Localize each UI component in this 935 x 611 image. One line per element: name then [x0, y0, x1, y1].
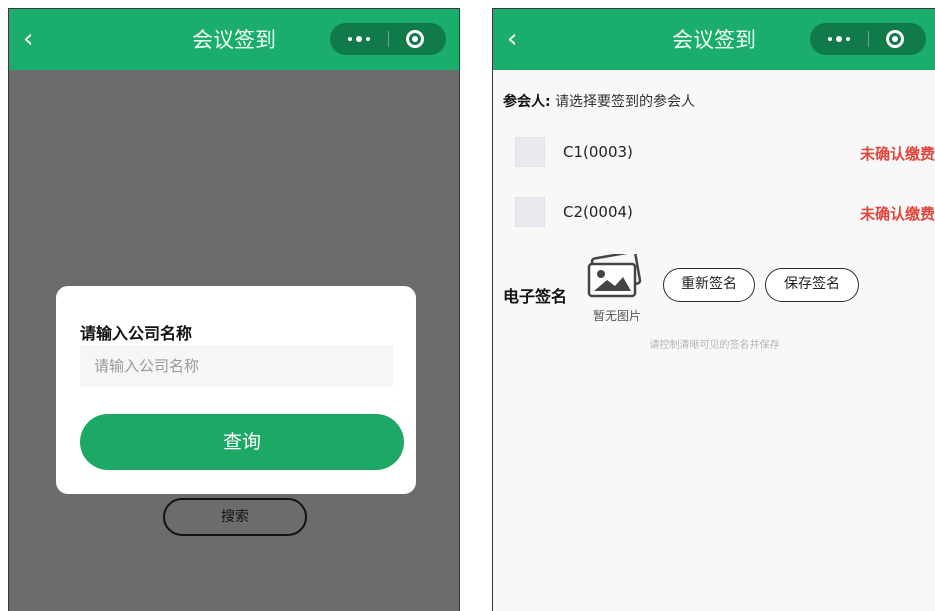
attendee-header: 参会人: 请选择要签到的参会人	[503, 91, 695, 111]
attendee-item[interactable]: C2(0004) 未确认缴费	[493, 187, 935, 237]
attendee-item[interactable]: C1(0003) 未确认缴费	[493, 127, 935, 177]
mini-program-capsule	[330, 23, 446, 55]
close-target-icon[interactable]	[886, 30, 904, 48]
more-dots-icon[interactable]	[330, 23, 388, 55]
company-name-input[interactable]	[80, 345, 393, 387]
nav-bar: ‹ 会议签到	[493, 9, 935, 70]
save-signature-button[interactable]: 保存签名	[765, 268, 859, 302]
more-dots-icon[interactable]	[810, 23, 868, 55]
signature-hint: 请控制清晰可见的签名并保存	[649, 340, 780, 351]
right-phone-screen: ‹ 会议签到 参会人: 请选择要签到的参会人 C1(0003) 未确认缴费 C2…	[492, 8, 935, 611]
payment-status: 未确认缴费	[859, 145, 935, 163]
query-button[interactable]: 查询	[80, 414, 404, 470]
left-phone-screen: 搜索 ‹ 会议签到 请输入公司名称 查询	[8, 8, 460, 611]
signature-label: 电子签名	[503, 287, 568, 306]
dialog-title: 请输入公司名称	[80, 324, 193, 343]
attendee-checkbox[interactable]	[515, 137, 545, 167]
no-image-text: 暂无图片	[593, 309, 642, 323]
resign-button[interactable]: 重新签名	[663, 268, 755, 302]
attendee-label: 参会人:	[503, 94, 551, 110]
image-placeholder-icon	[587, 254, 642, 298]
attendee-name: C2(0004)	[563, 203, 633, 221]
attendee-name: C1(0003)	[563, 143, 633, 161]
attendee-checkbox[interactable]	[515, 197, 545, 227]
company-name-dialog: 请输入公司名称 查询	[56, 286, 416, 494]
sign-in-content: 参会人: 请选择要签到的参会人 C1(0003) 未确认缴费 C2(0004) …	[493, 70, 935, 611]
mini-program-capsule	[810, 23, 926, 55]
attendee-prompt: 请选择要签到的参会人	[555, 94, 696, 110]
close-target-icon[interactable]	[406, 30, 424, 48]
nav-bar: ‹ 会议签到	[9, 9, 459, 70]
payment-status: 未确认缴费	[859, 205, 935, 223]
